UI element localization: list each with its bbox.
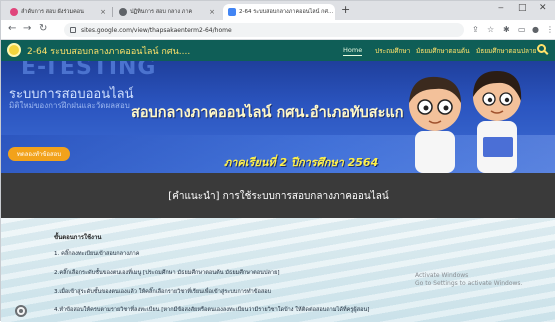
close-icon[interactable]: ×: [333, 8, 335, 16]
extensions-icon[interactable]: ✱: [503, 25, 510, 34]
address-bar[interactable]: sites.google.com/view/thapsakaenterm2-64…: [64, 23, 464, 37]
reload-icon[interactable]: ↻: [39, 23, 47, 34]
activate-windows-watermark: Activate Windows Go to Settings to activ…: [415, 272, 523, 287]
maximize-button[interactable]: □: [518, 3, 527, 13]
side-panel-icon[interactable]: ▭: [518, 25, 526, 34]
step-item: 4.ทำข้อสอบให้ครบตามรายวิชาที่ลงทะเบียน […: [54, 307, 370, 313]
close-window-button[interactable]: ✕: [539, 3, 547, 13]
new-tab-button[interactable]: +: [341, 3, 350, 16]
search-icon[interactable]: [537, 44, 546, 53]
tab-label: ปฏิทินการ สอบ กลาง ภาค: [130, 9, 193, 15]
minimize-button[interactable]: ‒: [498, 3, 504, 13]
site-header: 2-64 ระบบสอบกลางภาคออนไลน์ กศน.... Home …: [1, 40, 555, 61]
browser-tab-1[interactable]: ลำดับการ สอบ ผังร่วมคอน ×: [5, 4, 111, 20]
notice-band: [คำแนะนำ] การใช้ระบบการสอบกลางภาคออนไลน์: [1, 173, 555, 218]
close-icon[interactable]: ×: [97, 8, 106, 16]
tab-strip: ลำดับการ สอบ ผังร่วมคอน × ปฏิทินการ สอบ …: [1, 1, 555, 20]
url-text: sites.google.com/view/thapsakaenterm2-64…: [81, 26, 232, 34]
browser-tab-2[interactable]: ปฏิทินการ สอบ กลาง ภาค ×: [114, 4, 220, 20]
nav-upper-secondary[interactable]: มัธยมศึกษาตอนปลาย: [476, 46, 536, 56]
tab-label: ลำดับการ สอบ ผังร่วมคอน: [21, 9, 84, 15]
bookmark-star-icon[interactable]: ☆: [487, 25, 494, 34]
hero-subtitle: ภาคเรียนที่ 2 ปีการศึกษา 2564: [224, 156, 379, 169]
mascot-illustration: [409, 71, 522, 173]
nav-home[interactable]: Home: [343, 46, 363, 56]
notice-title: [คำแนะนำ] การใช้ระบบการสอบกลางภาคออนไลน์: [168, 191, 389, 202]
site-logo-icon[interactable]: [7, 43, 21, 57]
site-favicon-icon: [119, 8, 127, 16]
nav-primary[interactable]: ประถมศึกษา: [375, 46, 410, 56]
hero-background-subtitle: มิติใหม่ของการฝึกฝนและวัดผลสอบ: [9, 101, 130, 110]
site-favicon-icon: [228, 8, 236, 16]
step-item: 1. คลิ๊กลงทะเบียนเข้าสอบกลางภาค: [54, 251, 140, 257]
hero-title: สอบกลางภาคออนไลน์ กศน.อำเภอทับสะแก: [131, 105, 404, 121]
hero-watermark: E-TESTING: [21, 61, 157, 80]
site-title[interactable]: 2-64 ระบบสอบกลางภาคออนไลน์ กศน....: [27, 44, 190, 58]
try-exam-button[interactable]: ทดลองทำข้อสอบ: [8, 147, 70, 161]
step-item: 3.เมื่อเข้าสู่ระดับชั้นของตนเองแล้ว ให้ค…: [54, 289, 272, 295]
instructions-section: ขั้นตอนการใช้งาน 1. คลิ๊กลงทะเบียนเข้าสอ…: [1, 218, 555, 322]
close-icon[interactable]: ×: [206, 8, 215, 16]
site-favicon-icon: [10, 8, 18, 16]
back-arrow-icon[interactable]: ←: [8, 23, 16, 34]
profile-icon[interactable]: ●: [532, 25, 539, 34]
tab-label: 2-64 ระบบสอบกลางภาคออนไลน์ กศ...: [239, 9, 334, 15]
nav-lower-secondary[interactable]: มัธยมศึกษาตอนต้น: [416, 46, 470, 56]
lock-icon: [70, 27, 76, 33]
settings-gear-icon[interactable]: [15, 305, 27, 317]
step-item: 2.คลิ๊กเลือกระดับชั้นของตนเองที่เมนู [ปร…: [54, 270, 280, 276]
share-icon[interactable]: ⇪: [472, 25, 479, 34]
menu-dots-icon[interactable]: ⋮: [546, 25, 554, 34]
hero-banner: E-TESTING ระบบการสอบออนไลน์ มิติใหม่ของก…: [1, 61, 555, 173]
forward-arrow-icon[interactable]: →: [23, 23, 31, 34]
steps-heading: ขั้นตอนการใช้งาน: [54, 234, 102, 241]
browser-toolbar: ← → ↻ sites.google.com/view/thapsakaente…: [1, 20, 555, 40]
browser-tab-active[interactable]: 2-64 ระบบสอบกลางภาคออนไลน์ กศ... ×: [223, 4, 335, 20]
browser-window: ลำดับการ สอบ ผังร่วมคอน × ปฏิทินการ สอบ …: [0, 0, 555, 322]
